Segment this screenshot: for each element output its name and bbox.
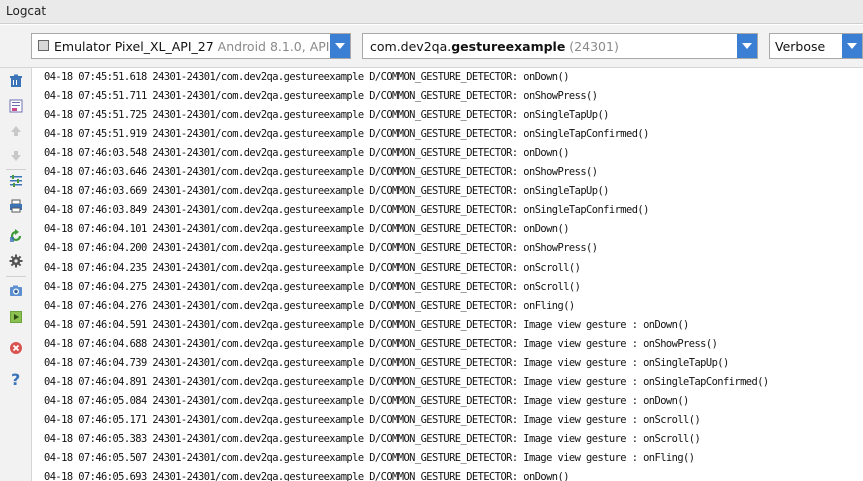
chevron-down-icon[interactable] [330,34,350,58]
device-name: Emulator Pixel_XL_API_27 [54,39,214,54]
process-pid: (24301) [569,39,619,54]
trash-icon[interactable] [9,74,23,88]
toolbar-divider [6,169,26,170]
settings-lines-icon[interactable] [9,174,23,188]
log-line: 04-18 07:46:04.591 24301-24301/com.dev2q… [44,318,689,331]
log-line: 04-18 07:46:04.276 24301-24301/com.dev2q… [44,299,575,312]
log-line: 04-18 07:45:51.711 24301-24301/com.dev2q… [44,90,598,103]
emulator-icon [38,40,49,51]
print-icon[interactable] [9,199,23,213]
logcat-title-bar: Logcat [0,0,863,24]
help-icon[interactable]: ? [9,371,23,387]
svg-text:?: ? [11,371,20,387]
log-line: 04-18 07:46:05.693 24301-24301/com.dev2q… [44,471,569,481]
log-line: 04-18 07:45:51.919 24301-24301/com.dev2q… [44,128,649,141]
log-line: 04-18 07:46:04.275 24301-24301/com.dev2q… [44,280,581,293]
log-line: 04-18 07:46:04.739 24301-24301/com.dev2q… [44,356,729,369]
device-select[interactable]: Emulator Pixel_XL_API_27 Android 8.1.0, … [31,33,351,59]
log-line: 04-18 07:46:05.507 24301-24301/com.dev2q… [44,452,695,464]
log-line: 04-18 07:45:51.725 24301-24301/com.dev2q… [44,109,609,122]
log-level-select[interactable]: Verbose [769,33,863,59]
process-prefix: com.dev2qa. [370,39,452,54]
process-name: gestureexample [451,39,566,54]
log-line: 04-18 07:46:03.849 24301-24301/com.dev2q… [44,204,649,217]
log-line: 04-18 07:46:05.084 24301-24301/com.dev2q… [44,394,689,407]
down-arrow-icon[interactable] [9,149,23,163]
chevron-down-icon[interactable] [737,34,757,58]
log-line: 04-18 07:46:03.669 24301-24301/com.dev2q… [44,185,609,198]
log-level-value: Verbose [775,39,826,54]
log-line: 04-18 07:46:05.383 24301-24301/com.dev2q… [44,432,701,445]
log-line: 04-18 07:46:04.101 24301-24301/com.dev2q… [44,223,569,236]
log-line: 04-18 07:46:05.171 24301-24301/com.dev2q… [44,413,701,426]
log-line: 04-18 07:46:03.548 24301-24301/com.dev2q… [44,147,569,160]
log-line: 04-18 07:46:04.891 24301-24301/com.dev2q… [44,375,769,388]
camera-icon[interactable] [9,284,23,298]
logcat-toolbar: Emulator Pixel_XL_API_27 Android 8.1.0, … [0,25,863,68]
log-line: 04-18 07:45:51.618 24301-24301/com.dev2q… [44,71,569,83]
gear-icon[interactable] [9,254,23,268]
screen-record-icon[interactable] [9,310,23,324]
scroll-to-end-icon[interactable] [9,99,23,113]
log-line: 04-18 07:46:04.688 24301-24301/com.dev2q… [44,337,718,350]
window-title: Logcat [6,4,47,18]
close-icon[interactable] [9,341,23,355]
logcat-output[interactable]: 04-18 07:45:51.618 24301-24301/com.dev2q… [33,68,863,481]
up-arrow-icon[interactable] [9,124,23,138]
restart-icon[interactable] [9,229,23,243]
log-line: 04-18 07:46:03.646 24301-24301/com.dev2q… [44,166,598,179]
process-select[interactable]: com.dev2qa.gestureexample (24301) [362,33,758,59]
chevron-down-icon[interactable] [842,34,862,58]
log-line: 04-18 07:46:04.235 24301-24301/com.dev2q… [44,261,581,274]
logcat-side-toolbar: ? [0,68,32,481]
toolbar-divider [6,276,26,277]
log-line: 04-18 07:46:04.200 24301-24301/com.dev2q… [44,242,598,255]
